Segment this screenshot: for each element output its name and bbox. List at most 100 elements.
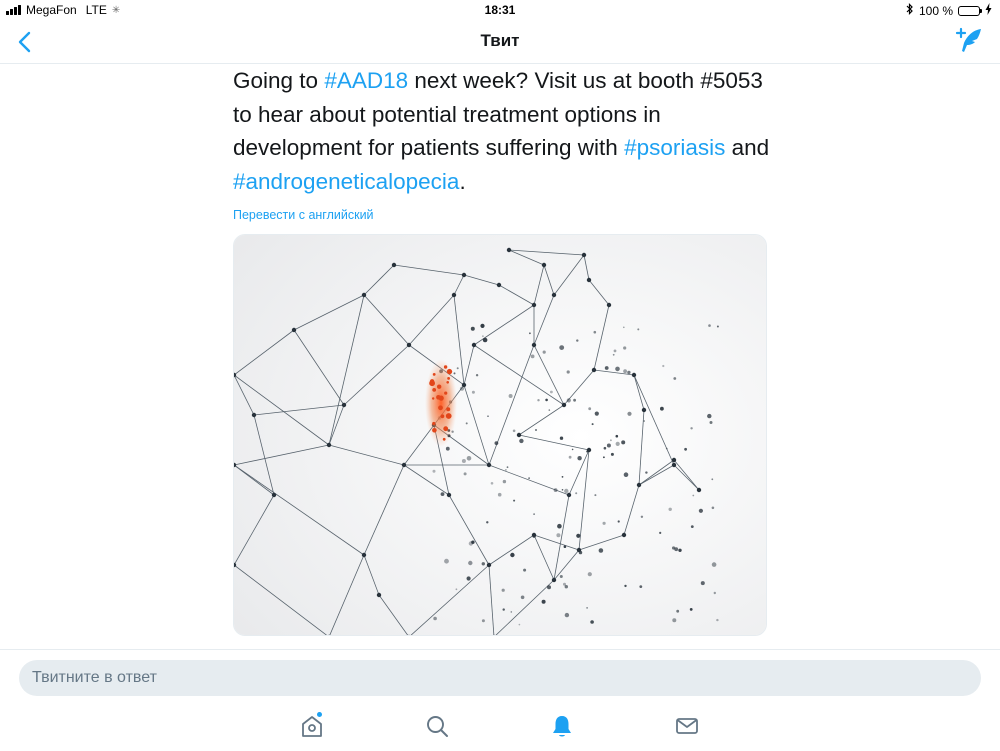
particle-dot [643,420,645,422]
search-icon [427,716,448,737]
highlight-dot [447,377,450,380]
tab-notifications[interactable] [548,712,576,740]
particle-dot [709,421,713,424]
particle-dot [459,386,465,391]
battery-percent: 100 % [918,3,953,18]
particle-dot [482,337,488,343]
particle-dot [535,429,537,431]
particle-dot [623,472,629,477]
mesh-node [586,277,592,283]
hashtag-link[interactable]: #AAD18 [324,68,408,93]
particle-dot [627,411,632,416]
mesh-node [376,592,382,598]
particle-dot [465,422,468,425]
tab-messages[interactable] [673,712,701,740]
mesh-node [471,342,477,348]
particle-dot [690,525,694,528]
mesh-node [566,492,572,498]
particle-dot [711,562,717,567]
highlight-dot [446,407,451,412]
particle-dot [613,349,617,353]
particle-dot [468,560,473,566]
particle-dot [591,423,594,426]
mesh-node [326,442,332,448]
particle-dot [689,608,693,611]
mesh-node [531,302,537,308]
particle-dot [445,446,450,451]
particle-dot [486,521,489,524]
particle-dot [510,552,515,558]
highlight-dot [444,391,448,395]
mesh-node [451,292,457,298]
highlight-dot [446,368,453,375]
particle-dot [700,581,705,586]
particle-dot [532,534,536,538]
particle-dot [615,441,620,446]
mesh-node [406,342,412,348]
tab-search[interactable] [423,712,451,740]
particle-dot [455,588,458,591]
particle-dot [470,326,475,331]
translate-link[interactable]: Перевести с английский [233,208,374,222]
particle-dot [461,459,466,463]
particle-dot [594,411,599,416]
particle-dot [519,438,524,444]
particle-dot [610,452,614,456]
battery-icon [958,5,982,16]
particle-dot [559,575,563,578]
particle-dot [578,550,583,555]
mesh-node [516,432,522,438]
particle-dot [529,332,531,335]
page-title: Твит [480,31,520,50]
mesh-node [531,342,537,348]
highlight-dot [432,397,435,400]
mesh-node [606,302,612,308]
particle-dot [588,407,592,411]
status-time: 18:31 [484,3,516,17]
particle-dot [502,608,505,611]
mesh-node [641,407,647,413]
reply-bar [0,649,1000,751]
particle-dot [533,513,535,515]
tweet-text-part: and [725,135,770,160]
particle-dot [548,409,551,411]
highlight-dot [432,373,436,376]
particle-dot [678,548,682,552]
particle-dot [660,406,664,411]
particle-dot [512,429,516,433]
particle-dot [432,469,436,473]
particle-dot [523,568,527,572]
particle-dot [528,477,530,479]
particle-dot [665,447,668,450]
particle-dot [559,436,564,440]
compose-tweet-button[interactable] [954,26,984,56]
mesh-node [486,462,492,468]
highlight-dot [437,384,442,389]
mesh-node [506,247,512,253]
hashtag-link[interactable]: #androgeneticalopecia [233,169,459,194]
particle-dot [480,323,485,328]
highlight-dot [445,413,452,419]
home-icon [302,716,322,737]
particle-dot [510,611,513,613]
particle-dot [453,372,456,375]
particle-dot [575,492,578,495]
particle-dot [513,499,516,502]
particle-dot [563,582,566,586]
particle-dot [557,523,562,529]
bluetooth-icon [906,3,914,18]
particle-dot [497,492,502,497]
particle-dot [587,572,592,577]
tweet-text: Going to #AAD18 next week? Visit us at b… [233,64,773,198]
particle-dot [564,612,570,618]
particle-dot [502,479,507,484]
particle-dot [672,618,677,623]
hashtag-link[interactable]: #psoriasis [624,135,725,160]
particle-dot [606,443,611,448]
tweet-media-image[interactable] [233,234,767,636]
particle-dot [541,599,546,604]
particle-dot [547,585,551,590]
reply-input[interactable] [19,660,981,696]
tab-home[interactable] [298,712,326,740]
mesh-node [541,262,547,268]
